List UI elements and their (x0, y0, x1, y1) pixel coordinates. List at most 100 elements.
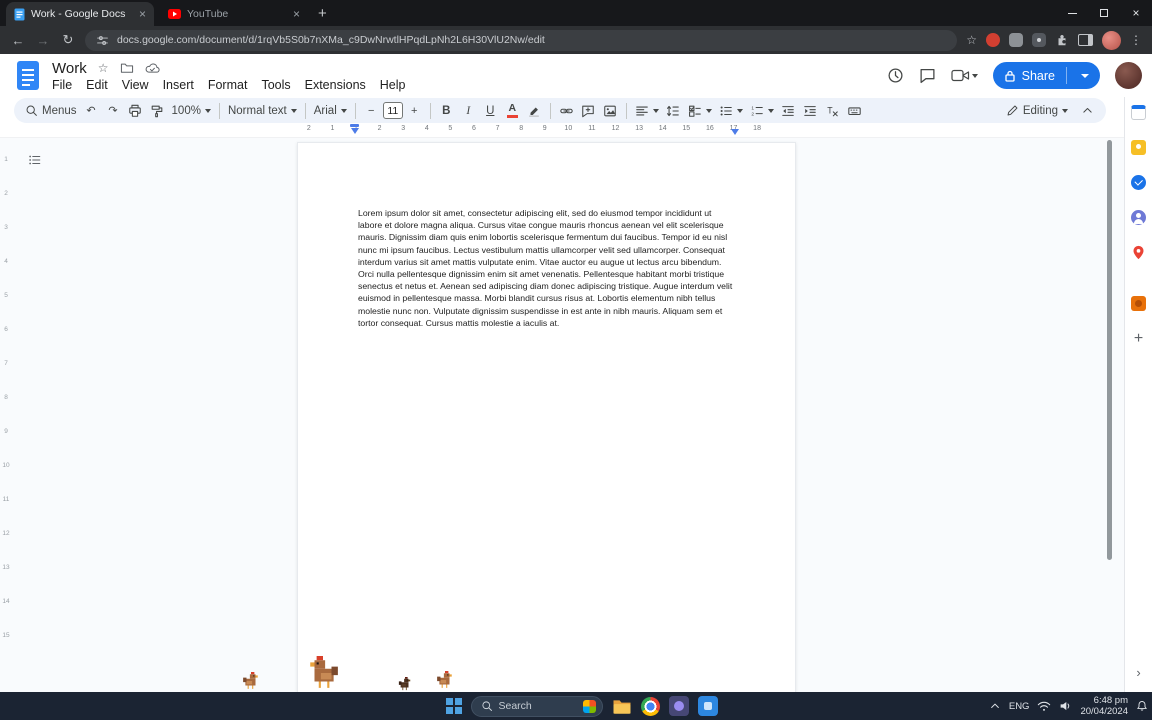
google-docs-logo[interactable] (16, 60, 40, 91)
share-dropdown-icon[interactable] (1081, 74, 1089, 78)
side-panel-icon[interactable] (1078, 34, 1093, 46)
document-text[interactable]: Lorem ipsum dolor sit amet, consectetur … (298, 143, 795, 329)
tasks-icon[interactable] (1131, 175, 1146, 190)
notifications-bell-icon[interactable] (1136, 700, 1148, 712)
redo-button[interactable]: ↷ (103, 100, 124, 122)
bold-button[interactable]: B (436, 100, 457, 122)
menu-item[interactable]: Extensions (299, 78, 372, 92)
tab-close-icon[interactable]: × (139, 7, 146, 21)
ruler-number: 13 (2, 564, 9, 598)
get-add-ons-button[interactable]: + (1131, 331, 1146, 346)
undo-button[interactable]: ↶ (81, 100, 102, 122)
menus-search-button[interactable]: Menus (22, 100, 80, 122)
menu-item[interactable]: Insert (157, 78, 200, 92)
window-minimize-button[interactable] (1056, 0, 1088, 26)
bulleted-list-dropdown[interactable] (716, 100, 746, 122)
zoom-dropdown[interactable]: 100% (169, 100, 214, 122)
extension-icon[interactable] (1032, 33, 1046, 47)
share-button[interactable]: Share (993, 62, 1100, 89)
bookmark-star-icon[interactable]: ☆ (966, 33, 977, 47)
menu-item[interactable]: View (116, 78, 155, 92)
back-icon[interactable]: ← (10, 33, 26, 48)
taskbar-app-icon[interactable] (669, 696, 689, 716)
browser-menu-kebab-icon[interactable]: ⋮ (1130, 33, 1142, 47)
font-dropdown[interactable]: Arial (311, 100, 350, 122)
tab-youtube[interactable]: YouTube × (160, 2, 308, 26)
chrome-icon[interactable] (641, 697, 660, 716)
extension-icon[interactable] (1131, 296, 1146, 311)
vertical-scrollbar[interactable] (1107, 140, 1112, 560)
menu-item[interactable]: Format (202, 78, 254, 92)
menu-item[interactable]: File (46, 78, 78, 92)
side-panel-expand-button[interactable]: › (1136, 665, 1140, 680)
menu-item[interactable]: Help (374, 78, 412, 92)
insert-link-button[interactable] (556, 100, 577, 122)
bulleted-list-icon (719, 104, 733, 118)
star-document-icon[interactable]: ☆ (98, 62, 109, 74)
calendar-icon[interactable] (1131, 105, 1146, 120)
increase-indent-button[interactable] (800, 100, 821, 122)
account-avatar[interactable] (1115, 62, 1142, 89)
paragraph-style-dropdown[interactable]: Normal text (225, 100, 300, 122)
extensions-puzzle-icon[interactable] (1055, 33, 1069, 47)
line-spacing-button[interactable] (663, 100, 684, 122)
reload-icon[interactable]: ↻ (60, 32, 76, 48)
input-tools-button[interactable] (844, 100, 865, 122)
chevron-down-icon (291, 109, 297, 113)
tab-close-icon[interactable]: × (293, 7, 300, 21)
decrease-indent-button[interactable] (778, 100, 799, 122)
move-folder-icon[interactable] (120, 62, 134, 74)
underline-button[interactable]: U (480, 100, 501, 122)
menu-item[interactable]: Tools (255, 78, 296, 92)
extension-icon[interactable] (1009, 33, 1023, 47)
taskbar-clock[interactable]: 6:48 pm 20/04/2024 (1080, 695, 1128, 717)
taskbar-search[interactable]: Search (471, 696, 603, 717)
maps-icon[interactable] (1131, 245, 1146, 260)
site-settings-icon[interactable] (96, 34, 109, 47)
wifi-icon[interactable] (1037, 701, 1051, 712)
video-call-button[interactable] (951, 68, 978, 83)
document-page[interactable]: Lorem ipsum dolor sit amet, consectetur … (297, 142, 796, 692)
browser-profile-avatar[interactable] (1102, 31, 1121, 50)
horizontal-ruler[interactable]: 21123456789101112131415161718 (0, 123, 1124, 138)
document-status-cloud-icon[interactable] (145, 62, 160, 74)
checklist-dropdown[interactable] (685, 100, 715, 122)
editing-mode-dropdown[interactable]: Editing (1003, 100, 1071, 122)
decrease-font-size-button[interactable]: − (361, 100, 382, 122)
version-history-icon[interactable] (887, 67, 904, 84)
hide-menus-button[interactable] (1077, 100, 1098, 122)
print-button[interactable] (125, 100, 146, 122)
paint-format-button[interactable] (147, 100, 168, 122)
font-size-input[interactable]: 11 (383, 102, 403, 119)
window-close-button[interactable]: × (1120, 0, 1152, 26)
highlight-color-button[interactable] (524, 100, 545, 122)
menu-item[interactable]: Edit (80, 78, 114, 92)
keep-icon[interactable] (1131, 140, 1146, 155)
taskbar-app-icon[interactable] (698, 696, 718, 716)
file-explorer-icon[interactable] (612, 698, 632, 715)
document-title[interactable]: Work (52, 60, 87, 77)
insert-image-button[interactable] (600, 100, 621, 122)
forward-icon[interactable]: → (35, 33, 51, 48)
show-outline-button[interactable] (24, 150, 44, 170)
start-button[interactable] (446, 698, 462, 714)
window-maximize-button[interactable] (1088, 0, 1120, 26)
tab-google-docs[interactable]: Work - Google Docs × (6, 2, 154, 26)
numbered-list-dropdown[interactable]: 12 (747, 100, 777, 122)
clear-formatting-button[interactable]: T (822, 100, 843, 122)
hidden-icons-chevron[interactable] (989, 700, 1001, 712)
increase-font-size-button[interactable]: + (404, 100, 425, 122)
language-indicator[interactable]: ENG (1009, 701, 1030, 712)
volume-icon[interactable] (1059, 700, 1072, 712)
left-indent-marker[interactable] (351, 124, 359, 134)
add-comment-button[interactable] (578, 100, 599, 122)
text-color-button[interactable]: A (502, 100, 523, 122)
right-indent-marker[interactable] (731, 128, 739, 135)
italic-button[interactable]: I (458, 100, 479, 122)
align-dropdown[interactable] (632, 100, 662, 122)
contacts-icon[interactable] (1131, 210, 1146, 225)
comments-icon[interactable] (919, 67, 936, 84)
adblock-extension-icon[interactable] (986, 33, 1000, 47)
omnibox[interactable]: docs.google.com/document/d/1rqVb5S0b7nXM… (85, 30, 957, 51)
new-tab-button[interactable]: + (318, 5, 327, 22)
